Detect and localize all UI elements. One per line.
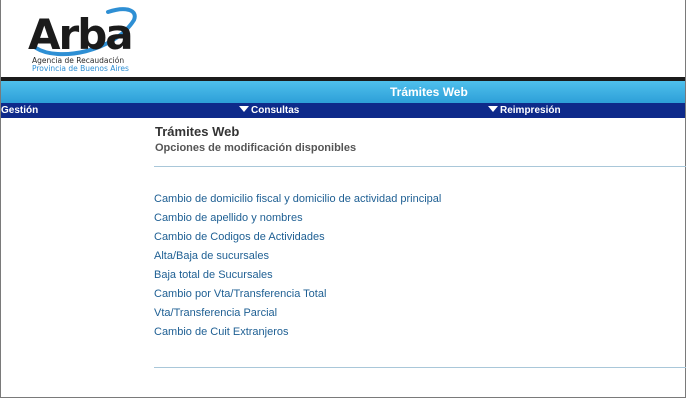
option-link-baja-total[interactable]: Baja total de Sucursales	[154, 269, 273, 281]
list-item: Cambio de apellido y nombres	[154, 209, 441, 228]
option-link-codigos[interactable]: Cambio de Codigos de Actividades	[154, 231, 325, 243]
option-link-transferencia-parcial[interactable]: Vta/Transferencia Parcial	[154, 307, 277, 319]
option-link-cuit-extranjeros[interactable]: Cambio de Cuit Extranjeros	[154, 326, 289, 338]
list-item: Cambio de Codigos de Actividades	[154, 228, 441, 247]
options-list: Cambio de domicilio fiscal y domicilio d…	[154, 190, 441, 342]
list-item: Cambio de domicilio fiscal y domicilio d…	[154, 190, 441, 209]
nav-item-gestion[interactable]: Gestión	[1, 104, 38, 117]
list-item: Alta/Baja de sucursales	[154, 247, 441, 266]
option-link-alta-baja[interactable]: Alta/Baja de sucursales	[154, 250, 269, 262]
logo-wordmark: Arba	[28, 10, 134, 59]
nav-item-consultas[interactable]: Consultas	[239, 104, 299, 117]
caret-down-icon	[488, 106, 498, 113]
page-title: Trámites Web	[155, 124, 240, 139]
logo-province-line: Provincia de Buenos Aires	[32, 64, 129, 73]
list-item: Baja total de Sucursales	[154, 266, 441, 285]
list-item: Cambio de Cuit Extranjeros	[154, 323, 441, 342]
option-link-domicilio[interactable]: Cambio de domicilio fiscal y domicilio d…	[154, 193, 441, 205]
nav-menu: Gestión Consultas Reimpresión	[1, 103, 685, 118]
divider-bottom	[154, 367, 686, 368]
list-item: Cambio por Vta/Transferencia Total	[154, 285, 441, 304]
option-link-apellido[interactable]: Cambio de apellido y nombres	[154, 212, 303, 224]
page-subtitle: Opciones de modificación disponibles	[155, 142, 357, 154]
nav-item-label: Gestión	[1, 105, 39, 116]
divider-top	[154, 166, 686, 167]
nav-item-label: Consultas	[251, 105, 300, 116]
title-bar-text: Trámites Web	[390, 85, 468, 99]
nav-item-reimpresion[interactable]: Reimpresión	[488, 104, 561, 117]
arba-logo: Arba Agencia de Recaudación Provincia de…	[28, 4, 140, 74]
option-link-transferencia-total[interactable]: Cambio por Vta/Transferencia Total	[154, 288, 326, 300]
title-bar: Trámites Web	[1, 81, 685, 103]
caret-down-icon	[239, 106, 249, 113]
list-item: Vta/Transferencia Parcial	[154, 304, 441, 323]
nav-item-label: Reimpresión	[500, 105, 561, 116]
